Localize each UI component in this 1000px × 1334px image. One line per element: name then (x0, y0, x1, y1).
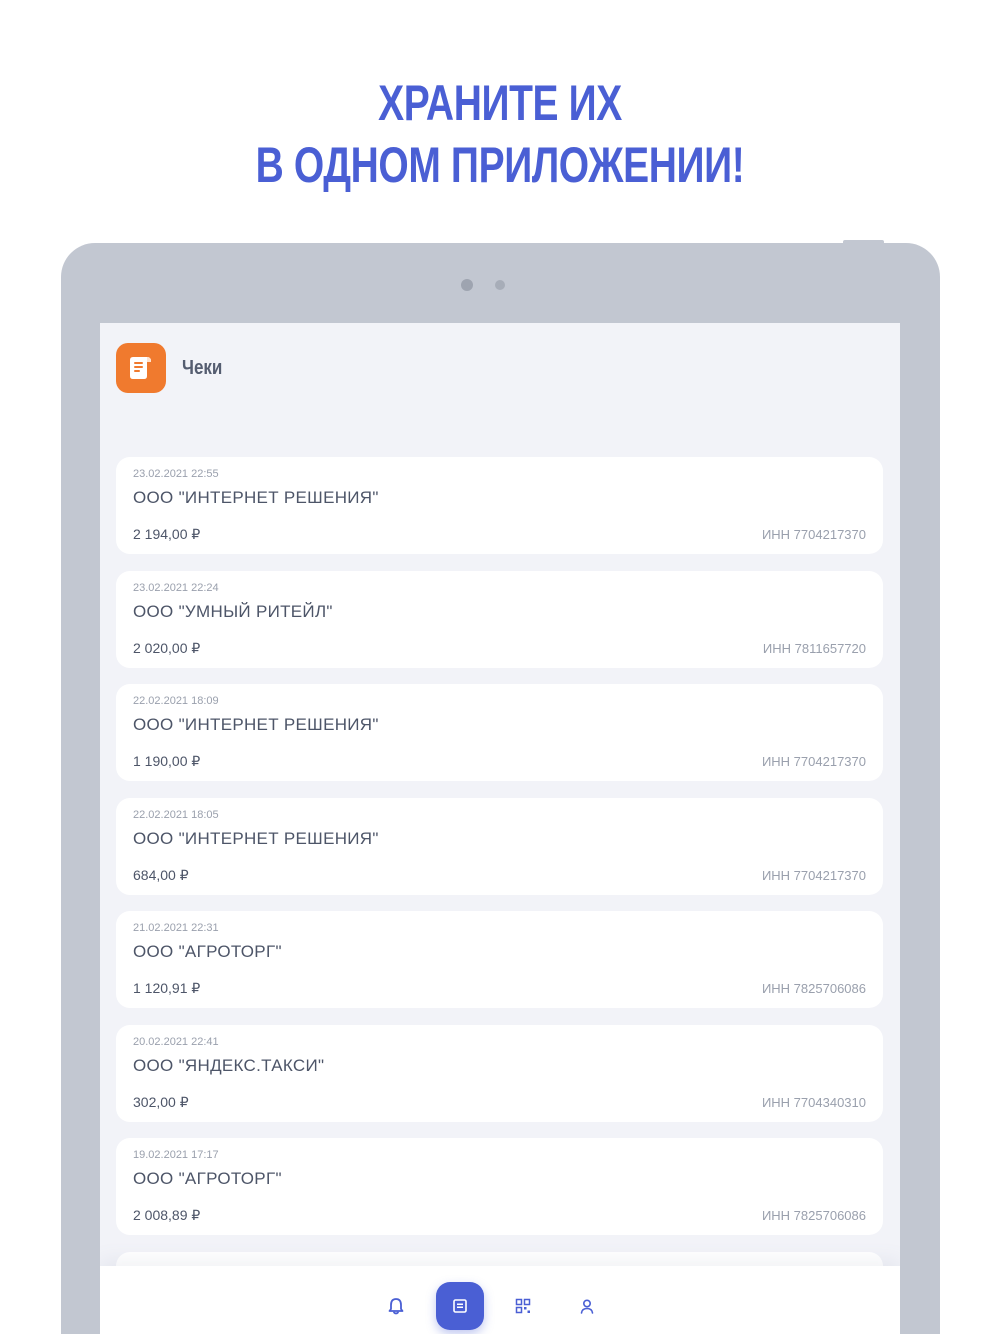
promo-headline: ХРАНИТЕ ИХ В ОДНОМ ПРИЛОЖЕНИИ! (110, 72, 890, 196)
bottom-tab-bar (100, 1266, 900, 1334)
receipt-amount: 2 008,89 ₽ (133, 1207, 201, 1223)
receipt-amount: 1 120,91 ₽ (133, 980, 201, 996)
headline-line-2: В ОДНОМ ПРИЛОЖЕНИИ! (255, 137, 745, 193)
app-header: Чеки (116, 343, 229, 393)
receipt-card[interactable]: 22.02.2021 18:05 ООО "ИНТЕРНЕТ РЕШЕНИЯ" … (116, 797, 883, 895)
page-title: Чеки (182, 356, 223, 379)
qr-code-icon (515, 1298, 531, 1314)
receipt-inn: ИНН 7825706086 (761, 1208, 866, 1223)
receipt-inn: ИНН 7825706086 (761, 981, 866, 996)
receipt-date: 22.02.2021 18:05 (133, 808, 219, 821)
receipt-icon (453, 1299, 467, 1313)
receipt-inn: ИНН 7704217370 (761, 527, 866, 542)
receipt-date: 23.02.2021 22:24 (133, 581, 219, 594)
receipt-card[interactable]: 23.02.2021 22:24 ООО "УМНЫЙ РИТЕЙЛ" 2 02… (116, 570, 883, 668)
receipt-card[interactable]: 19.02.2021 17:17 ООО "АГРОТОРГ" 2 008,89… (116, 1138, 883, 1235)
receipt-scroll-icon (116, 343, 166, 393)
receipt-merchant: ООО "ИНТЕРНЕТ РЕШЕНИЯ" (133, 488, 379, 507)
receipt-amount: 684,00 ₽ (133, 866, 189, 883)
receipt-date: 19.02.2021 17:17 (133, 1149, 219, 1161)
sensor-dot (495, 280, 505, 290)
camera-dot (461, 279, 473, 291)
receipt-card[interactable]: 20.02.2021 22:41 ООО "ЯНДЕКС.ТАКСИ" 302,… (116, 1024, 883, 1122)
receipt-merchant: ООО "АГРОТОРГ" (133, 1169, 282, 1188)
receipt-merchant: ООО "ЯНДЕКС.ТАКСИ" (133, 1055, 325, 1075)
receipt-date: 20.02.2021 22:41 (133, 1035, 219, 1048)
receipt-merchant: ООО "ИНТЕРНЕТ РЕШЕНИЯ" (133, 715, 379, 734)
receipt-merchant: ООО "ИНТЕРНЕТ РЕШЕНИЯ" (133, 828, 379, 848)
user-icon (580, 1299, 594, 1314)
receipt-amount: 2 020,00 ₽ (133, 639, 201, 656)
tab-scan-qr[interactable] (499, 1282, 547, 1330)
receipt-merchant: ООО "УМНЫЙ РИТЕЙЛ" (133, 601, 333, 621)
bell-icon (388, 1298, 404, 1315)
receipt-card[interactable]: 22.02.2021 18:09 ООО "ИНТЕРНЕТ РЕШЕНИЯ" … (116, 684, 883, 781)
receipt-amount: 302,00 ₽ (133, 1093, 189, 1110)
app-screen: Чеки 23.02.2021 22:55 ООО "ИНТЕРНЕТ РЕШЕ… (100, 323, 900, 1334)
headline-line-1: ХРАНИТЕ ИХ (378, 75, 622, 131)
receipt-date: 21.02.2021 22:31 (133, 922, 219, 934)
tab-notifications[interactable] (372, 1282, 420, 1330)
receipt-date: 23.02.2021 22:55 (133, 468, 219, 480)
receipt-amount: 2 194,00 ₽ (133, 526, 201, 542)
tab-profile[interactable] (563, 1282, 611, 1330)
receipt-merchant: ООО "АГРОТОРГ" (133, 942, 282, 961)
receipt-card[interactable]: 23.02.2021 22:55 ООО "ИНТЕРНЕТ РЕШЕНИЯ" … (116, 457, 883, 554)
receipt-card[interactable]: 21.02.2021 22:31 ООО "АГРОТОРГ" 1 120,91… (116, 911, 883, 1008)
receipt-inn: ИНН 7704217370 (761, 754, 866, 769)
receipt-inn: ИНН 7811657720 (762, 640, 866, 656)
receipt-date: 22.02.2021 18:09 (133, 695, 219, 707)
receipt-inn: ИНН 7704217370 (761, 867, 866, 883)
tab-receipts[interactable] (436, 1282, 484, 1330)
receipt-amount: 1 190,00 ₽ (133, 753, 201, 769)
receipt-list: 23.02.2021 22:55 ООО "ИНТЕРНЕТ РЕШЕНИЯ" … (116, 457, 883, 1334)
receipt-inn: ИНН 7704340310 (761, 1094, 866, 1110)
